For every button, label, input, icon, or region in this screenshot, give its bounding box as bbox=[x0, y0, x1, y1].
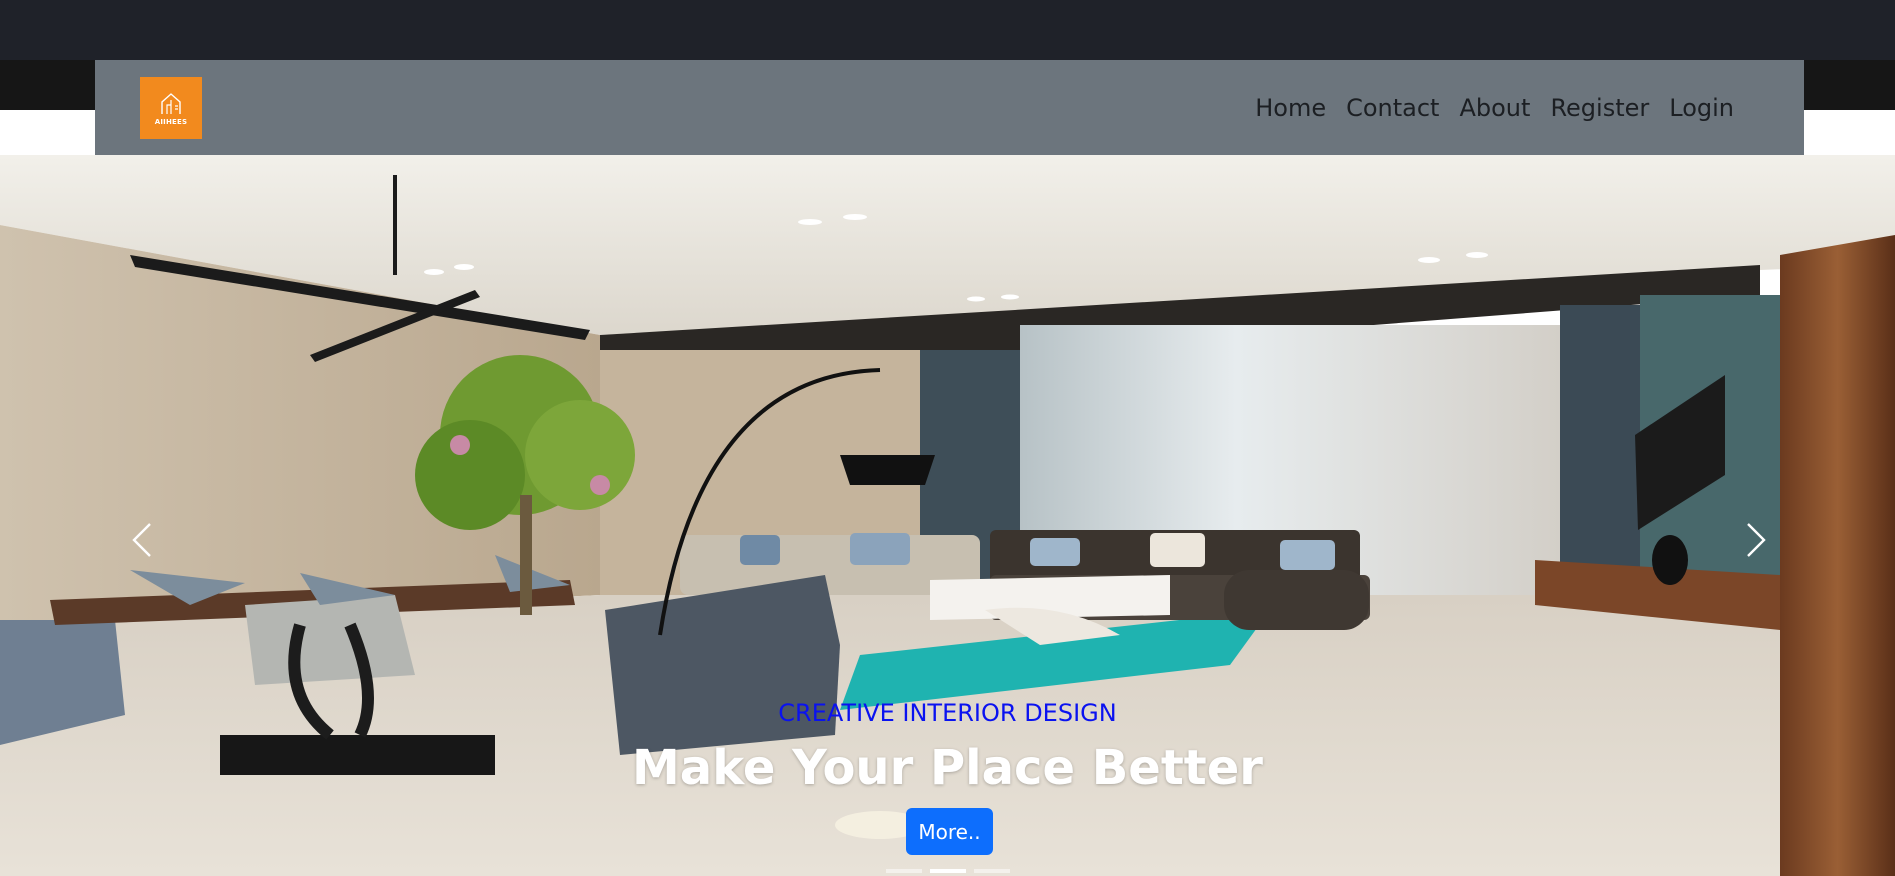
nav-links: Home Contact About Register Login bbox=[1255, 94, 1734, 122]
chevron-left-icon bbox=[132, 523, 151, 557]
carousel-indicator[interactable] bbox=[973, 869, 1010, 873]
hero-carousel: CREATIVE INTERIOR DESIGN Make Your Place… bbox=[0, 155, 1895, 876]
nav-login-link[interactable]: Login bbox=[1669, 94, 1734, 122]
hero-subtitle: CREATIVE INTERIOR DESIGN bbox=[778, 699, 1117, 727]
building-icon bbox=[161, 92, 181, 114]
carousel-indicator-active[interactable] bbox=[929, 869, 966, 873]
nav-about-link[interactable]: About bbox=[1459, 94, 1530, 122]
nav-contact-link[interactable]: Contact bbox=[1346, 94, 1439, 122]
brand-logo[interactable]: AIIHEES bbox=[140, 76, 202, 139]
carousel-indicator[interactable] bbox=[885, 869, 922, 873]
top-bar bbox=[0, 0, 1895, 60]
main-navbar: AIIHEES Home Contact About Register Logi… bbox=[95, 60, 1804, 155]
hero-title: Make Your Place Better bbox=[632, 740, 1263, 796]
more-button[interactable]: More.. bbox=[906, 808, 993, 855]
carousel-indicators bbox=[0, 869, 1895, 873]
carousel-next-button[interactable] bbox=[1726, 510, 1786, 570]
carousel-prev-button[interactable] bbox=[112, 510, 172, 570]
chevron-right-icon bbox=[1747, 523, 1766, 557]
logo-text: AIIHEES bbox=[154, 117, 188, 126]
nav-register-link[interactable]: Register bbox=[1550, 94, 1649, 122]
nav-home-link[interactable]: Home bbox=[1255, 94, 1326, 122]
